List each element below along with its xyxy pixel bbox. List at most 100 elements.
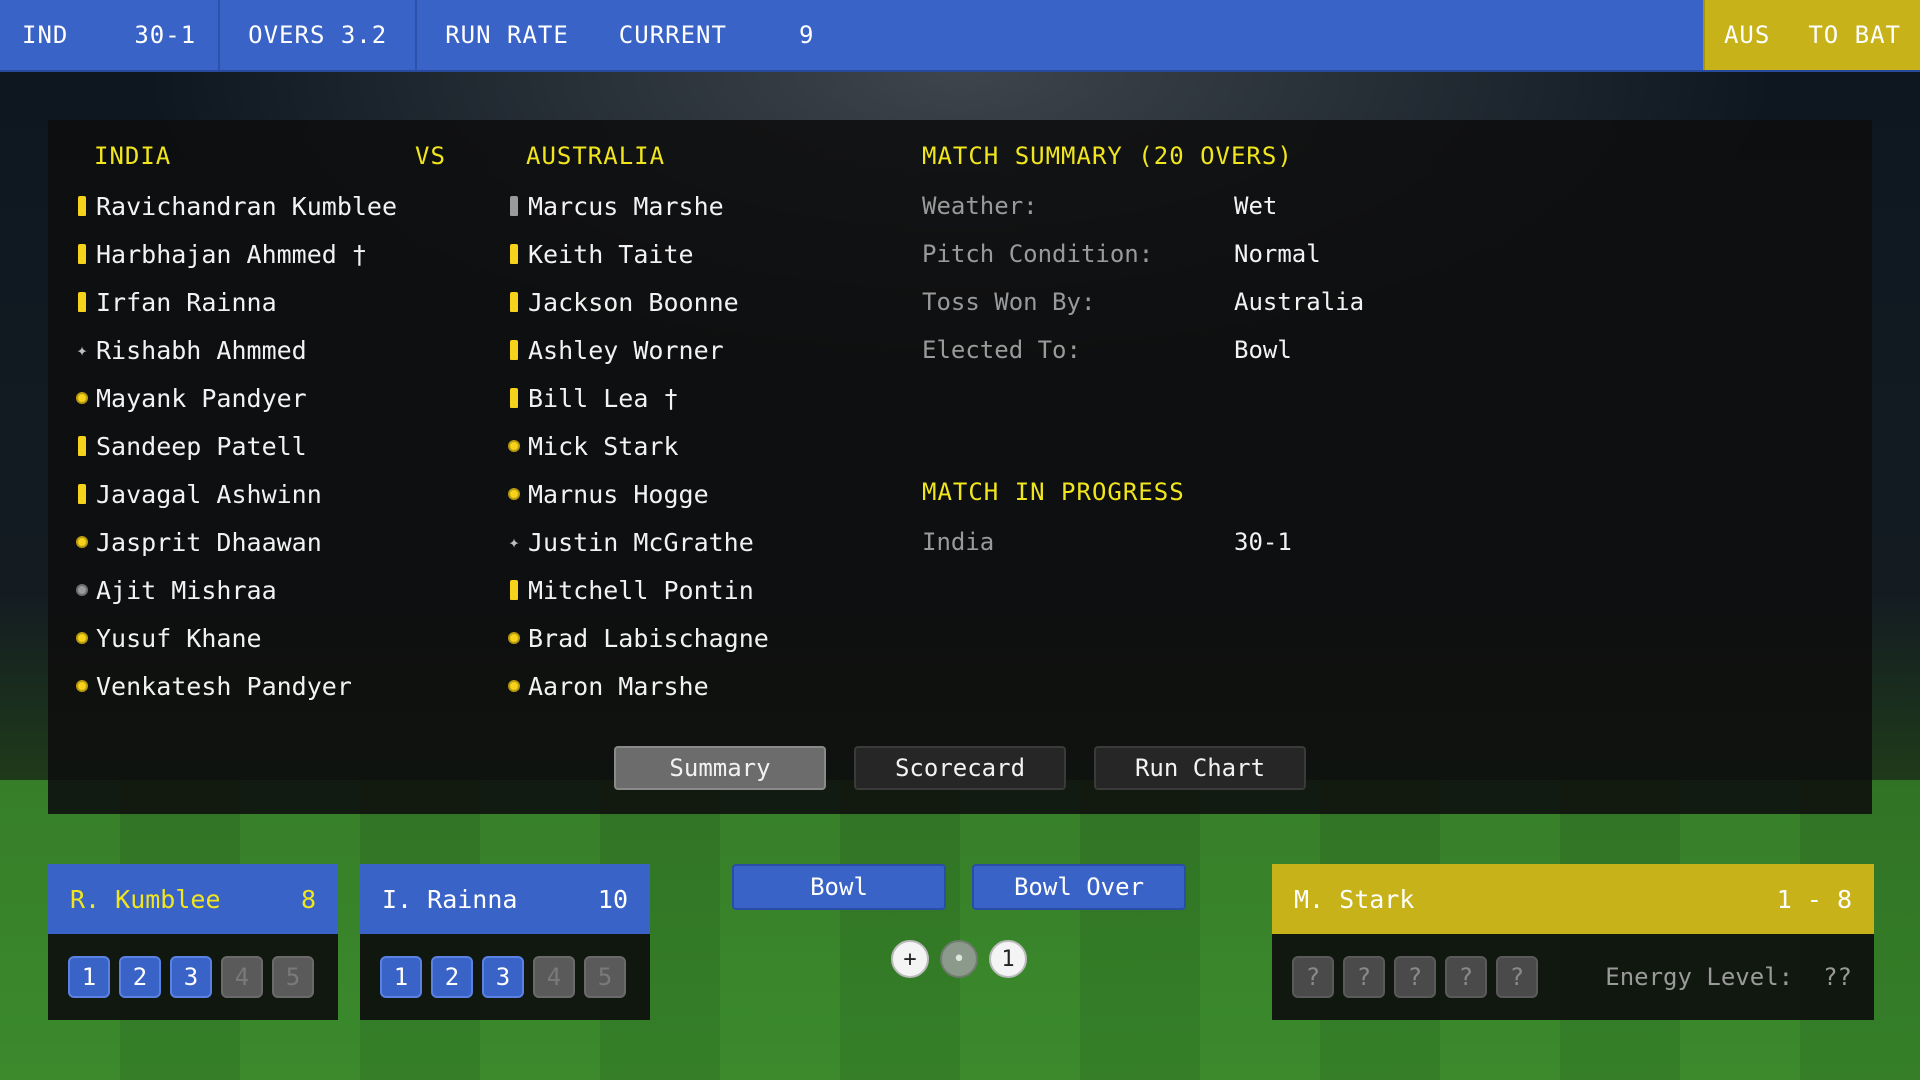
hidden-delivery: ?	[1343, 956, 1385, 998]
player-name: Aaron Marshe	[528, 671, 709, 701]
bowler-role-icon	[72, 536, 92, 548]
player-name: Javagal Ashwinn	[96, 479, 322, 509]
progress-team: India	[922, 528, 995, 556]
ball-indicator-dot: •	[940, 940, 978, 978]
elected-value: Bowl	[1234, 336, 1292, 364]
non-striker-runs: 10	[597, 884, 628, 914]
summary-row: Weather: Wet	[922, 182, 1277, 230]
shot-button-3[interactable]: 3	[170, 956, 212, 998]
player-row[interactable]: Jasprit Dhaawan	[72, 518, 397, 566]
player-row[interactable]: Ravichandran Kumblee	[72, 182, 397, 230]
batsman-role-icon	[504, 340, 524, 360]
bowler-role-icon	[504, 680, 524, 692]
australia-roster: Marcus Marshe Keith Taite Jackson Boonne As…	[504, 182, 769, 710]
player-row[interactable]: Javagal Ashwinn	[72, 470, 397, 518]
next-status: TO BAT	[1808, 21, 1902, 49]
bowler-header: M. Stark 1 - 8	[1272, 864, 1874, 934]
shot-button-4: 4	[533, 956, 575, 998]
player-row[interactable]: ✦ Justin McGrathe	[504, 518, 769, 566]
hidden-delivery: ?	[1445, 956, 1487, 998]
player-name: Mitchell Pontin	[528, 575, 754, 605]
allrounder-role-icon: ✦	[508, 531, 520, 553]
bowler-role-icon	[504, 488, 524, 500]
next-team: AUS	[1723, 21, 1771, 49]
summary-row: Pitch Condition: Normal	[922, 230, 1321, 278]
player-row[interactable]: Yusuf Khane	[72, 614, 397, 662]
player-row[interactable]: Harbhajan Ahmmed †	[72, 230, 397, 278]
bowler-role-icon	[504, 440, 524, 452]
player-row[interactable]: Jackson Boonne	[504, 278, 769, 326]
player-row[interactable]: Mick Stark	[504, 422, 769, 470]
run-rate-segment: RUN RATE CURRENT 9	[417, 0, 836, 70]
shot-button-1[interactable]: 1	[380, 956, 422, 998]
bowler-role-icon	[504, 632, 524, 644]
score-segment: IND 30-1	[0, 0, 221, 70]
run-rate-label: RUN RATE	[445, 21, 569, 49]
player-row[interactable]: Keith Taite	[504, 230, 769, 278]
ball-indicator-extra: +	[891, 940, 929, 978]
player-name: Brad Labischagne	[528, 623, 769, 653]
shot-button-2[interactable]: 2	[431, 956, 473, 998]
player-name: Rishabh Ahmmed	[96, 335, 307, 365]
hidden-delivery: ?	[1292, 956, 1334, 998]
player-row[interactable]: Aaron Marshe	[504, 662, 769, 710]
bowler-card: M. Stark 1 - 8 ? ? ? ? ? Energy Level: ?…	[1272, 864, 1874, 1020]
bowler-role-icon	[72, 392, 92, 404]
summary-row: Elected To: Bowl	[922, 326, 1292, 374]
player-row[interactable]: Bill Lea †	[504, 374, 769, 422]
tab-scorecard[interactable]: Scorecard	[854, 746, 1066, 790]
shot-button-3[interactable]: 3	[482, 956, 524, 998]
vs-label: VS	[415, 142, 446, 170]
player-name: Harbhajan Ahmmed †	[96, 239, 367, 269]
batsman-role-icon	[504, 196, 524, 216]
shot-button-5: 5	[584, 956, 626, 998]
overs-count: OVERS 3.2	[248, 21, 388, 49]
batsman-role-icon	[72, 484, 92, 504]
batsman-role-icon	[504, 292, 524, 312]
player-row[interactable]: Ajit Mishraa	[72, 566, 397, 614]
shot-button-5: 5	[272, 956, 314, 998]
bowl-over-button[interactable]: Bowl Over	[972, 864, 1186, 910]
score-bar: IND 30-1 OVERS 3.2 RUN RATE CURRENT 9 AU…	[0, 0, 1920, 72]
player-row[interactable]: Venkatesh Pandyer	[72, 662, 397, 710]
weather-value: Wet	[1234, 192, 1278, 220]
current-label: CURRENT	[618, 21, 727, 49]
bowl-button[interactable]: Bowl	[732, 864, 946, 910]
player-row[interactable]: Marnus Hogge	[504, 470, 769, 518]
non-striker-name: I. Rainna	[382, 884, 518, 914]
batsman-role-icon	[72, 436, 92, 456]
striker-card: R. Kumblee 8 12345	[48, 864, 338, 1020]
overs-segment: OVERS 3.2	[220, 0, 418, 70]
player-name: Marnus Hogge	[528, 479, 709, 509]
non-striker-shot-selector: 12345	[360, 934, 650, 1020]
player-name: Venkatesh Pandyer	[96, 671, 352, 701]
bowler-delivery-slots: ? ? ? ? ? Energy Level: ??	[1272, 934, 1874, 1020]
toss-label: Toss Won By:	[922, 288, 1096, 316]
match-summary-heading: MATCH SUMMARY (20 OVERS)	[922, 142, 1293, 170]
player-row[interactable]: Sandeep Patell	[72, 422, 397, 470]
player-row[interactable]: Mayank Pandyer	[72, 374, 397, 422]
player-row[interactable]: ✦ Rishabh Ahmmed	[72, 326, 397, 374]
progress-row: India 30-1	[922, 518, 1292, 566]
non-striker-card: I. Rainna 10 12345	[360, 864, 650, 1020]
player-row[interactable]: Irfan Rainna	[72, 278, 397, 326]
player-row[interactable]: Ashley Worner	[504, 326, 769, 374]
tab-summary[interactable]: Summary	[614, 746, 826, 790]
india-roster: Ravichandran Kumblee Harbhajan Ahmmed † Ir…	[72, 182, 397, 710]
shot-button-1[interactable]: 1	[68, 956, 110, 998]
energy-level: Energy Level: ??	[1605, 963, 1852, 991]
energy-label: Energy Level:	[1605, 963, 1794, 991]
progress-score: 30-1	[1234, 528, 1292, 556]
batting-team: IND	[22, 21, 69, 49]
team1-heading: INDIA	[94, 142, 172, 170]
player-row[interactable]: Mitchell Pontin	[504, 566, 769, 614]
bowler-role-icon	[72, 680, 92, 692]
player-name: Ajit Mishraa	[96, 575, 277, 605]
tab-run-chart[interactable]: Run Chart	[1094, 746, 1306, 790]
player-name: Ashley Worner	[528, 335, 724, 365]
player-row[interactable]: Brad Labischagne	[504, 614, 769, 662]
player-name: Mayank Pandyer	[96, 383, 307, 413]
player-row[interactable]: Marcus Marshe	[504, 182, 769, 230]
batsman-role-icon	[504, 244, 524, 264]
shot-button-2[interactable]: 2	[119, 956, 161, 998]
